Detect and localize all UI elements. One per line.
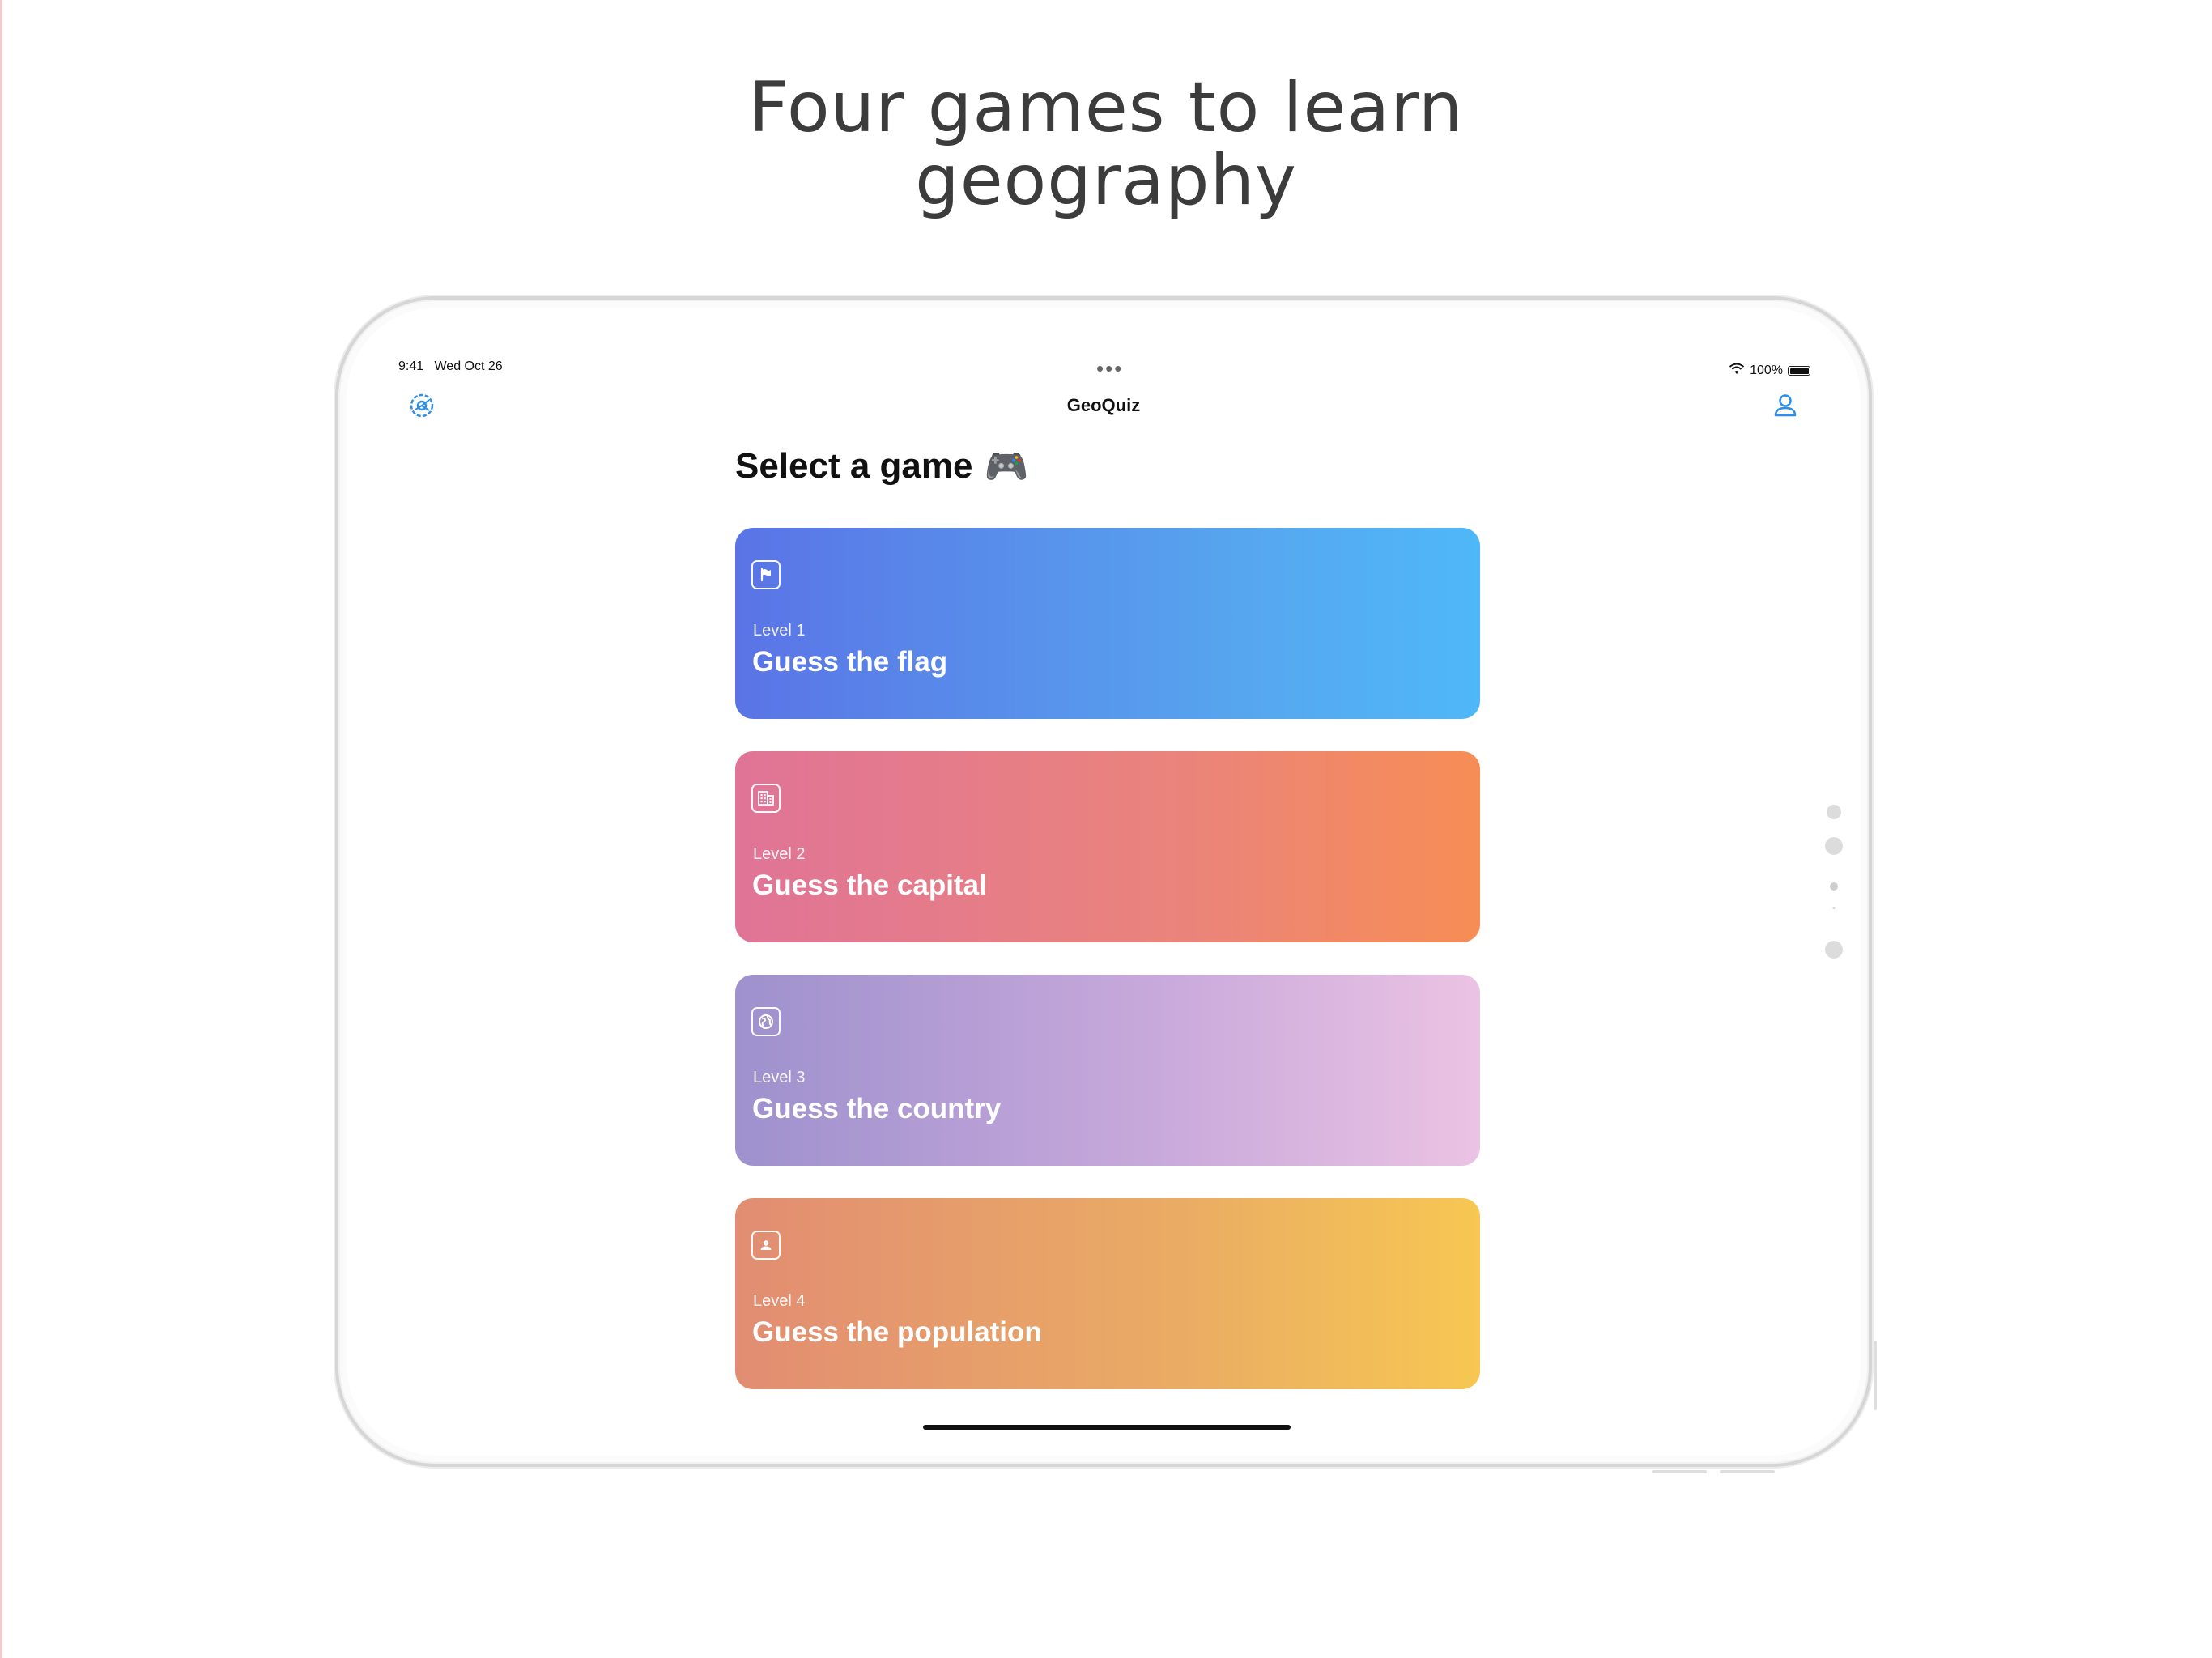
game-level: Level 1 xyxy=(753,622,806,640)
nav-title: GeoQuiz xyxy=(1066,395,1141,415)
volume-button-1 xyxy=(1652,1470,1707,1473)
game-level: Level 2 xyxy=(753,845,806,863)
indicator-dot xyxy=(1825,837,1843,855)
building-icon xyxy=(751,784,781,813)
status-date: Wed Oct 26 xyxy=(434,359,503,373)
game-name: Guess the country xyxy=(752,1093,1002,1124)
indicator-dot xyxy=(1827,805,1841,819)
game-name: Guess the flag xyxy=(752,646,948,678)
section-title: Select a game 🎮 xyxy=(735,445,1028,487)
section-title-text: Select a game xyxy=(735,446,973,486)
headline-line-2: geography xyxy=(915,140,1297,221)
person-icon[interactable] xyxy=(1770,390,1801,421)
headline: Four games to learn geography xyxy=(0,71,2212,217)
person-card-icon xyxy=(751,1231,781,1260)
tablet-device-frame: 9:41 Wed Oct 26 ••• 100% GeoQuiz Select … xyxy=(335,296,1877,1473)
flag-icon xyxy=(751,560,781,589)
game-name: Guess the capital xyxy=(752,869,987,901)
home-indicator[interactable] xyxy=(923,1425,1291,1430)
indicator-dot xyxy=(1825,941,1843,959)
status-bar-time: 9:41 Wed Oct 26 xyxy=(398,359,503,382)
battery-icon xyxy=(1788,366,1810,376)
app-screen: 9:41 Wed Oct 26 ••• 100% GeoQuiz Select … xyxy=(347,308,1861,1456)
game-name: Guess the population xyxy=(752,1316,1042,1348)
volume-button-2 xyxy=(1720,1470,1775,1473)
indicator-dot xyxy=(1830,882,1838,891)
status-time: 9:41 xyxy=(398,359,424,373)
game-level: Level 4 xyxy=(753,1292,806,1310)
page-indicator-dots xyxy=(1822,805,1846,983)
side-button-right xyxy=(1874,1341,1877,1410)
globe-icon xyxy=(751,1007,781,1036)
game-card-capital[interactable]: Level 2 Guess the capital xyxy=(735,751,1480,942)
headline-line-1: Four games to learn xyxy=(748,67,1464,148)
battery-percent: 100% xyxy=(1750,363,1783,377)
game-card-flag[interactable]: Level 1 Guess the flag xyxy=(735,528,1480,719)
game-level: Level 3 xyxy=(753,1069,806,1086)
multitasking-dots[interactable]: ••• xyxy=(1096,356,1123,380)
gamepad-icon: 🎮 xyxy=(984,447,1029,487)
wifi-icon xyxy=(1729,363,1745,380)
page-left-edge xyxy=(0,0,2,1658)
indicator-dot xyxy=(1832,907,1836,909)
status-bar-right: 100% xyxy=(1729,359,1810,382)
game-card-population[interactable]: Level 4 Guess the population xyxy=(735,1198,1480,1389)
game-card-country[interactable]: Level 3 Guess the country xyxy=(735,975,1480,1166)
